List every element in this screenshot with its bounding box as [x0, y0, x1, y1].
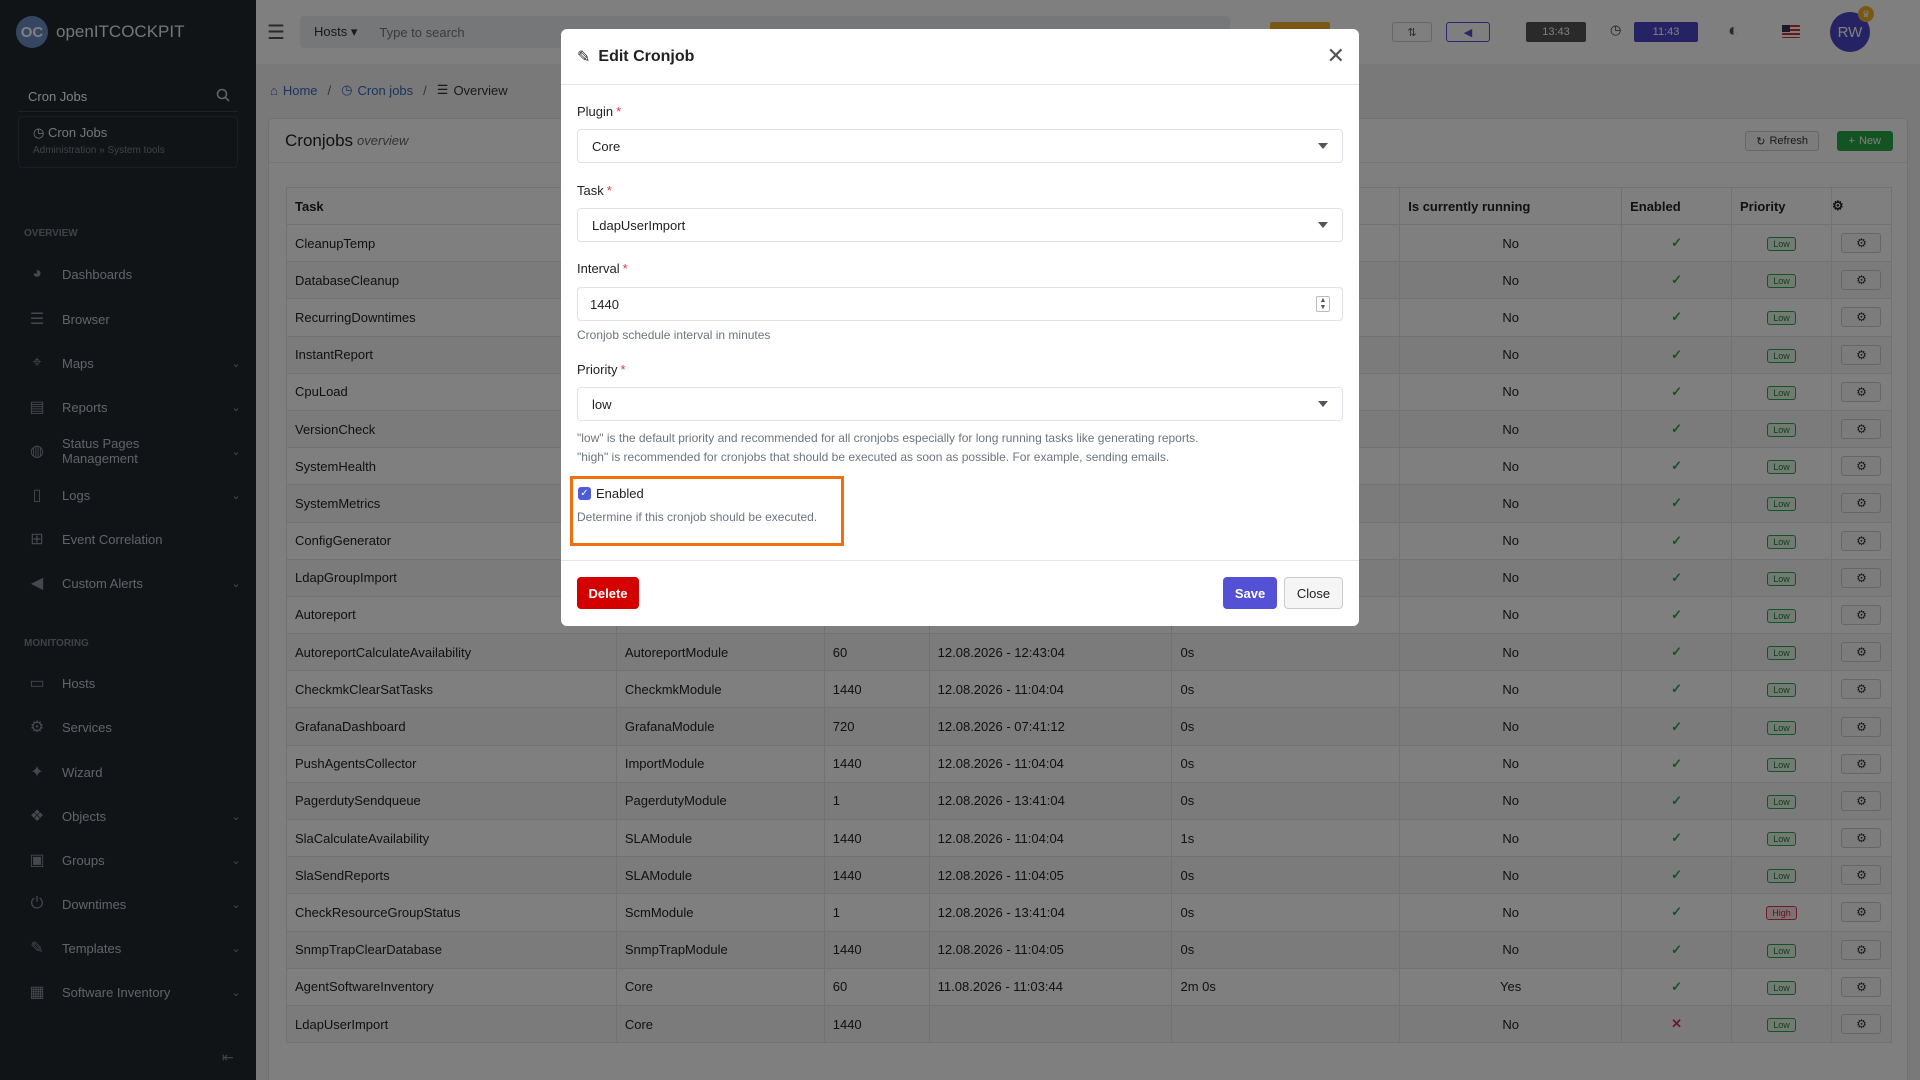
plugin-select[interactable]: Core	[577, 129, 1343, 163]
modal-title: Edit Cronjob	[598, 47, 695, 65]
edit-icon: ✎	[577, 48, 591, 66]
close-icon[interactable]: ✕	[1327, 45, 1345, 67]
save-button[interactable]: Save	[1223, 577, 1277, 609]
chevron-down-icon	[1318, 222, 1328, 228]
task-select[interactable]: LdapUserImport	[577, 208, 1343, 242]
task-label: Task *	[577, 183, 612, 198]
close-button[interactable]: Close	[1284, 577, 1343, 609]
plugin-label: Plugin *	[577, 104, 622, 119]
highlight-box	[570, 476, 844, 546]
interval-input[interactable]: 1440 ▲ ▼	[577, 287, 1343, 321]
chevron-down-icon	[1318, 143, 1328, 149]
modal-footer-divider	[561, 560, 1359, 561]
interval-help: Cronjob schedule interval in minutes	[577, 328, 771, 342]
chevron-down-icon	[1318, 401, 1328, 407]
priority-label: Priority *	[577, 362, 626, 377]
priority-select[interactable]: low	[577, 387, 1343, 421]
priority-help-high: "high" is recommended for cronjobs that …	[577, 450, 1170, 464]
delete-button[interactable]: Delete	[577, 577, 639, 609]
number-stepper-icon[interactable]: ▲ ▼	[1316, 296, 1330, 312]
priority-help-low: "low" is the default priority and recomm…	[577, 431, 1199, 445]
interval-label: Interval *	[577, 261, 628, 276]
